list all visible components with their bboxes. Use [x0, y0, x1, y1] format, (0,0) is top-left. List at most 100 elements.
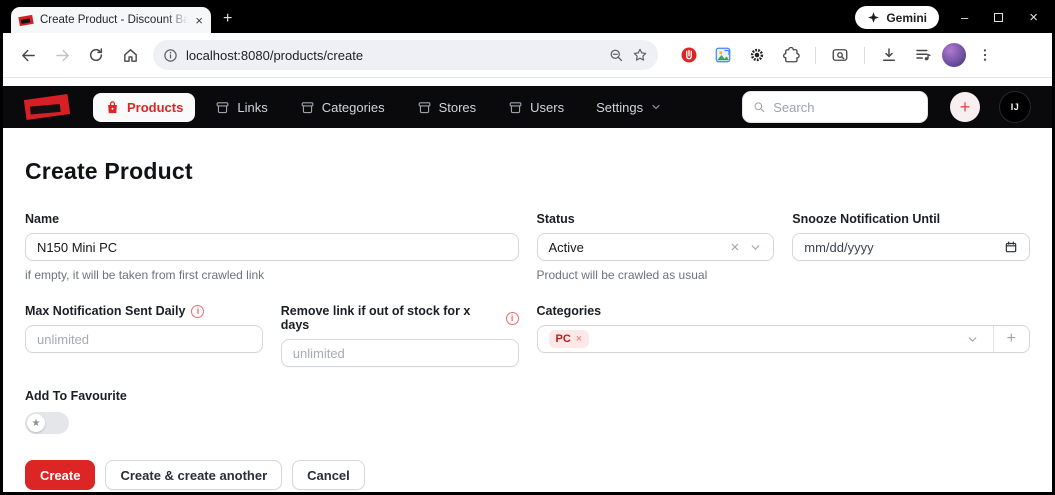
- close-button[interactable]: ×: [1029, 9, 1038, 26]
- status-label: Status: [537, 212, 775, 226]
- adblock-extension-icon[interactable]: [674, 40, 704, 70]
- max-daily-input-wrapper: [25, 325, 263, 353]
- remove-tag-icon[interactable]: ×: [576, 333, 582, 345]
- status-select[interactable]: Active ×: [537, 233, 775, 261]
- nav-item-label: Categories: [322, 100, 385, 115]
- max-daily-label: Max Notification Sent Daily: [25, 304, 185, 318]
- forward-button[interactable]: [47, 40, 77, 70]
- star-icon: ★: [27, 414, 45, 432]
- address-bar[interactable]: localhost:8080/products/create: [153, 40, 658, 70]
- app-logo[interactable]: [24, 94, 70, 120]
- field-categories: Categories PC × +: [537, 304, 1031, 367]
- field-remove-link: Remove link if out of stock for x days i: [281, 304, 519, 367]
- extensions-puzzle-icon[interactable]: [776, 40, 806, 70]
- reload-button[interactable]: [81, 40, 111, 70]
- nav-item-categories[interactable]: Categories: [288, 93, 397, 122]
- add-category-button[interactable]: +: [993, 326, 1029, 352]
- home-icon: [122, 47, 139, 64]
- snooze-label: Snooze Notification Until: [792, 212, 1030, 226]
- remove-link-input-wrapper: [281, 339, 519, 367]
- reload-icon: [88, 47, 104, 63]
- archive-box-icon: [300, 100, 315, 115]
- minimize-button[interactable]: –: [961, 10, 968, 25]
- name-input-wrapper: [25, 233, 519, 261]
- new-tab-button[interactable]: +: [223, 11, 232, 27]
- snooze-date-input[interactable]: mm/dd/yyyy: [792, 233, 1030, 261]
- create-product-form: Name if empty, it will be taken from fir…: [25, 212, 1030, 367]
- calendar-icon[interactable]: [1004, 240, 1018, 254]
- zoom-icon[interactable]: [609, 48, 624, 63]
- main-content: Create Product Name if empty, it will be…: [3, 128, 1052, 492]
- downloads-button[interactable]: [874, 40, 904, 70]
- name-input[interactable]: [37, 240, 507, 255]
- field-snooze: Snooze Notification Until mm/dd/yyyy: [792, 212, 1030, 282]
- create-button[interactable]: Create: [25, 460, 95, 490]
- browser-profile-avatar[interactable]: [942, 43, 966, 67]
- gemini-label: Gemini: [886, 11, 927, 25]
- nav-settings-dropdown[interactable]: Settings: [584, 93, 674, 122]
- shopping-bag-icon: [105, 100, 120, 115]
- close-tab-icon[interactable]: ×: [195, 14, 203, 27]
- create-another-button[interactable]: Create & create another: [105, 460, 282, 490]
- site-info-icon[interactable]: [163, 48, 178, 63]
- status-helper: Product will be crawled as usual: [537, 268, 775, 282]
- quick-add-button[interactable]: +: [950, 92, 980, 122]
- url-text[interactable]: localhost:8080/products/create: [186, 48, 601, 63]
- download-icon: [880, 46, 898, 64]
- nav-item-label: Stores: [439, 100, 477, 115]
- browser-menu-icon[interactable]: [970, 40, 1000, 70]
- status-clear-icon[interactable]: ×: [730, 239, 739, 256]
- field-max-daily: Max Notification Sent Daily i: [25, 304, 263, 367]
- chevron-down-icon[interactable]: [966, 333, 979, 346]
- browser-toolbar: localhost:8080/products/create: [3, 33, 1052, 78]
- browser-tab[interactable]: Create Product - Discount Band ×: [11, 7, 211, 33]
- info-tooltip-icon[interactable]: i: [191, 305, 204, 318]
- forward-icon: [54, 47, 71, 64]
- home-button[interactable]: [115, 40, 145, 70]
- remove-link-input[interactable]: [293, 346, 507, 361]
- chevron-down-icon[interactable]: [749, 241, 762, 254]
- maximize-icon: [994, 13, 1003, 22]
- nav-item-stores[interactable]: Stores: [405, 93, 489, 122]
- cancel-button[interactable]: Cancel: [292, 460, 365, 490]
- name-label: Name: [25, 212, 519, 226]
- max-daily-input[interactable]: [37, 332, 251, 347]
- nav-item-label: Products: [127, 100, 183, 115]
- remove-link-label: Remove link if out of stock for x days: [281, 304, 500, 332]
- nav-item-products[interactable]: Products: [93, 93, 195, 122]
- search-input[interactable]: [773, 100, 917, 115]
- maximize-button[interactable]: [994, 10, 1003, 25]
- archive-box-icon: [508, 100, 523, 115]
- page-title: Create Product: [25, 158, 1030, 185]
- favourite-toggle[interactable]: ★: [25, 412, 69, 434]
- user-avatar[interactable]: IJ: [1000, 92, 1030, 122]
- page-search-icon[interactable]: [825, 40, 855, 70]
- form-actions: Create Create & create another Cancel: [25, 460, 1030, 490]
- field-favourite: Add To Favourite ★: [25, 389, 1030, 434]
- nav-item-users[interactable]: Users: [496, 93, 576, 122]
- back-button[interactable]: [13, 40, 43, 70]
- archive-box-icon: [417, 100, 432, 115]
- site-favicon-icon: [18, 14, 33, 25]
- category-tag-label: PC: [556, 333, 571, 345]
- image-extension-icon[interactable]: [708, 40, 738, 70]
- field-name: Name if empty, it will be taken from fir…: [25, 212, 519, 282]
- nav-item-links[interactable]: Links: [203, 93, 279, 122]
- bookmark-star-icon[interactable]: [632, 47, 648, 63]
- gemini-button[interactable]: Gemini: [855, 6, 939, 29]
- categories-label: Categories: [537, 304, 1031, 318]
- gear-extension-icon[interactable]: [742, 40, 772, 70]
- nav-item-label: Users: [530, 100, 564, 115]
- browser-window: Create Product - Discount Band × + Gemin…: [0, 0, 1055, 495]
- gemini-sparkle-icon: [867, 11, 880, 24]
- name-helper: if empty, it will be taken from first cr…: [25, 268, 519, 282]
- field-status: Status Active × Product will be crawled …: [537, 212, 775, 282]
- media-list-icon[interactable]: [908, 40, 938, 70]
- global-search[interactable]: [742, 91, 928, 123]
- status-value: Active: [549, 240, 584, 255]
- categories-select[interactable]: PC × +: [537, 325, 1031, 353]
- back-icon: [20, 47, 37, 64]
- info-tooltip-icon[interactable]: i: [506, 312, 519, 325]
- app-navbar: Products Links Categories Stores Users S…: [3, 86, 1052, 128]
- tab-strip: Create Product - Discount Band × + Gemin…: [3, 3, 1052, 33]
